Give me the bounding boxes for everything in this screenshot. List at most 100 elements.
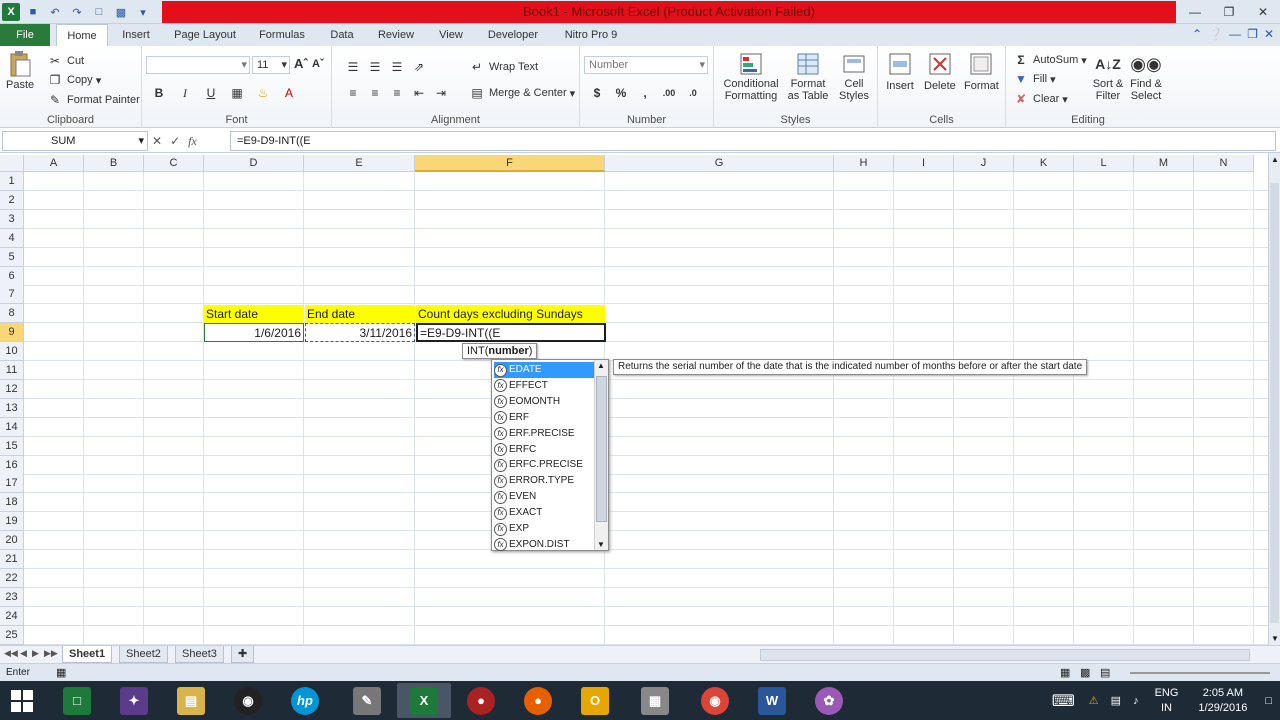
currency-icon[interactable]: $ [588, 84, 606, 102]
tab-nitro[interactable]: Nitro Pro 9 [556, 24, 626, 46]
taskbar-firefox[interactable]: ● [511, 683, 565, 718]
doc-restore-icon[interactable]: ❐ [1247, 27, 1258, 41]
tab-review[interactable]: Review [372, 24, 420, 46]
column-header-l[interactable]: L [1074, 155, 1134, 172]
first-sheet-icon[interactable]: ◀◀ [4, 648, 18, 659]
customize-qat-icon[interactable]: ▾ [134, 3, 152, 21]
clear-button[interactable]: ✘ Clear ▾ [1012, 90, 1068, 108]
row-header-14[interactable]: 14 [0, 417, 24, 437]
align-top-icon[interactable]: ☰ [344, 58, 362, 76]
decrease-decimal-icon[interactable]: .0 [684, 84, 702, 102]
cell-f8[interactable]: Count days excluding Sundays [416, 305, 605, 324]
row-header-16[interactable]: 16 [0, 455, 24, 475]
row-header-9[interactable]: 9 [0, 323, 24, 343]
comma-icon[interactable]: , [636, 84, 654, 102]
align-middle-icon[interactable]: ☰ [366, 58, 384, 76]
tab-file[interactable]: File [0, 24, 50, 46]
tab-insert[interactable]: Insert [112, 24, 160, 46]
formula-input[interactable]: =E9-D9-INT((E [230, 131, 1276, 151]
keyboard-icon[interactable]: ⌨ [1052, 691, 1075, 711]
autocomplete-item[interactable]: fx EXPON.DIST [494, 537, 594, 553]
start-button[interactable] [6, 685, 38, 717]
wrap-text-button[interactable]: ↵ Wrap Text [468, 58, 538, 76]
format-painter-button[interactable]: ✎ Format Painter [46, 91, 140, 109]
horizontal-scrollbar[interactable] [760, 649, 1250, 661]
row-header-17[interactable]: 17 [0, 474, 24, 494]
column-header-j[interactable]: J [954, 155, 1014, 172]
format-cells-button[interactable]: Format [964, 50, 999, 92]
confirm-entry-icon[interactable]: ✓ [170, 134, 180, 148]
name-box-dropdown-icon[interactable]: ▾ [138, 132, 144, 150]
vertical-scrollbar[interactable]: ▲ ▼ [1268, 153, 1280, 645]
autocomplete-item[interactable]: fx EOMONTH [494, 394, 594, 410]
cell-styles-button[interactable]: Cell Styles [834, 50, 874, 102]
row-header-2[interactable]: 2 [0, 190, 24, 210]
prev-sheet-icon[interactable]: ◀ [20, 648, 27, 659]
autocomplete-scroll-thumb[interactable] [596, 376, 607, 522]
row-header-11[interactable]: 11 [0, 361, 24, 380]
cut-button[interactable]: ✂ Cut [46, 52, 84, 70]
column-header-n[interactable]: N [1194, 155, 1254, 172]
sheet-tab-sheet1[interactable]: Sheet1 [62, 646, 113, 663]
scroll-down-icon[interactable]: ▼ [597, 540, 605, 549]
help-icon[interactable]: ❔ [1208, 27, 1223, 41]
shrink-font-button[interactable]: Aˇ [312, 58, 324, 70]
row-header-21[interactable]: 21 [0, 550, 24, 569]
doc-minimize-icon[interactable]: — [1229, 27, 1241, 41]
underline-icon[interactable]: U [202, 84, 220, 102]
cancel-entry-icon[interactable]: ✕ [152, 134, 162, 148]
tab-home[interactable]: Home [56, 24, 108, 47]
row-header-24[interactable]: 24 [0, 606, 24, 626]
row-header-25[interactable]: 25 [0, 625, 24, 645]
tab-developer[interactable]: Developer [480, 24, 546, 46]
grow-font-button[interactable]: Aˆ [294, 56, 308, 71]
format-as-table-button[interactable]: Format as Table [784, 50, 832, 102]
taskbar-explorer[interactable]: ▤ [164, 683, 218, 718]
font-color-icon[interactable]: A [280, 84, 298, 102]
autocomplete-item[interactable]: fx ERFC [494, 442, 594, 458]
language-indicator[interactable]: ENG IN [1155, 686, 1179, 716]
autocomplete-item[interactable]: fx EXP [494, 521, 594, 537]
minimize-button[interactable]: — [1178, 0, 1212, 24]
row-header-20[interactable]: 20 [0, 531, 24, 551]
autocomplete-item[interactable]: fx EVEN [494, 489, 594, 505]
bold-icon[interactable]: B [150, 84, 168, 102]
row-header-3[interactable]: 3 [0, 209, 24, 229]
merge-center-button[interactable]: ▤ Merge & Center ▾ [468, 84, 575, 102]
column-header-f[interactable]: F [415, 155, 605, 172]
insert-function-icon[interactable]: fx [188, 134, 197, 149]
fill-button[interactable]: ▼ Fill ▾ [1012, 70, 1056, 88]
column-header-c[interactable]: C [144, 155, 204, 172]
column-header-k[interactable]: K [1014, 155, 1074, 172]
conditional-formatting-button[interactable]: Conditional Formatting [720, 50, 782, 102]
new-file-icon[interactable]: □ [90, 3, 108, 21]
next-sheet-icon[interactable]: ▶ [32, 648, 39, 659]
row-header-23[interactable]: 23 [0, 587, 24, 607]
taskbar-app14[interactable]: ✿ [802, 683, 856, 718]
select-all-corner[interactable] [0, 155, 24, 172]
autocomplete-item[interactable]: fx EDATE [494, 362, 594, 378]
network-icon[interactable]: ▤ [1111, 694, 1121, 707]
scroll-up-icon[interactable]: ▲ [597, 361, 605, 370]
page-layout-view-icon[interactable]: ▩ [1080, 666, 1090, 679]
tab-view[interactable]: View [432, 24, 470, 46]
percent-icon[interactable]: % [612, 84, 630, 102]
border-icon[interactable]: ▦ [228, 84, 246, 102]
increase-decimal-icon[interactable]: .00 [660, 84, 678, 102]
taskbar-outlook[interactable]: O [568, 683, 622, 718]
find-select-button[interactable]: ◉◉ Find & Select [1126, 50, 1166, 102]
taskbar-camera[interactable]: ◉ [221, 683, 275, 718]
action-center-icon[interactable]: □ [1265, 695, 1272, 707]
row-header-12[interactable]: 12 [0, 379, 24, 399]
autocomplete-scrollbar[interactable]: ▲ ▼ [594, 360, 608, 550]
orientation-icon[interactable]: ⇗ [410, 58, 428, 76]
tab-formulas[interactable]: Formulas [252, 24, 312, 46]
row-header-10[interactable]: 10 [0, 342, 24, 362]
last-sheet-icon[interactable]: ▶▶ [44, 648, 58, 659]
vertical-scroll-thumb[interactable] [1270, 183, 1279, 623]
row-header-22[interactable]: 22 [0, 568, 24, 588]
clock[interactable]: 2:05 AM 1/29/2016 [1198, 686, 1247, 716]
taskbar-chrome[interactable]: ◉ [688, 683, 742, 718]
cell-e9[interactable]: 3/11/2016 [305, 323, 415, 342]
maximize-button[interactable]: ❐ [1212, 0, 1246, 24]
